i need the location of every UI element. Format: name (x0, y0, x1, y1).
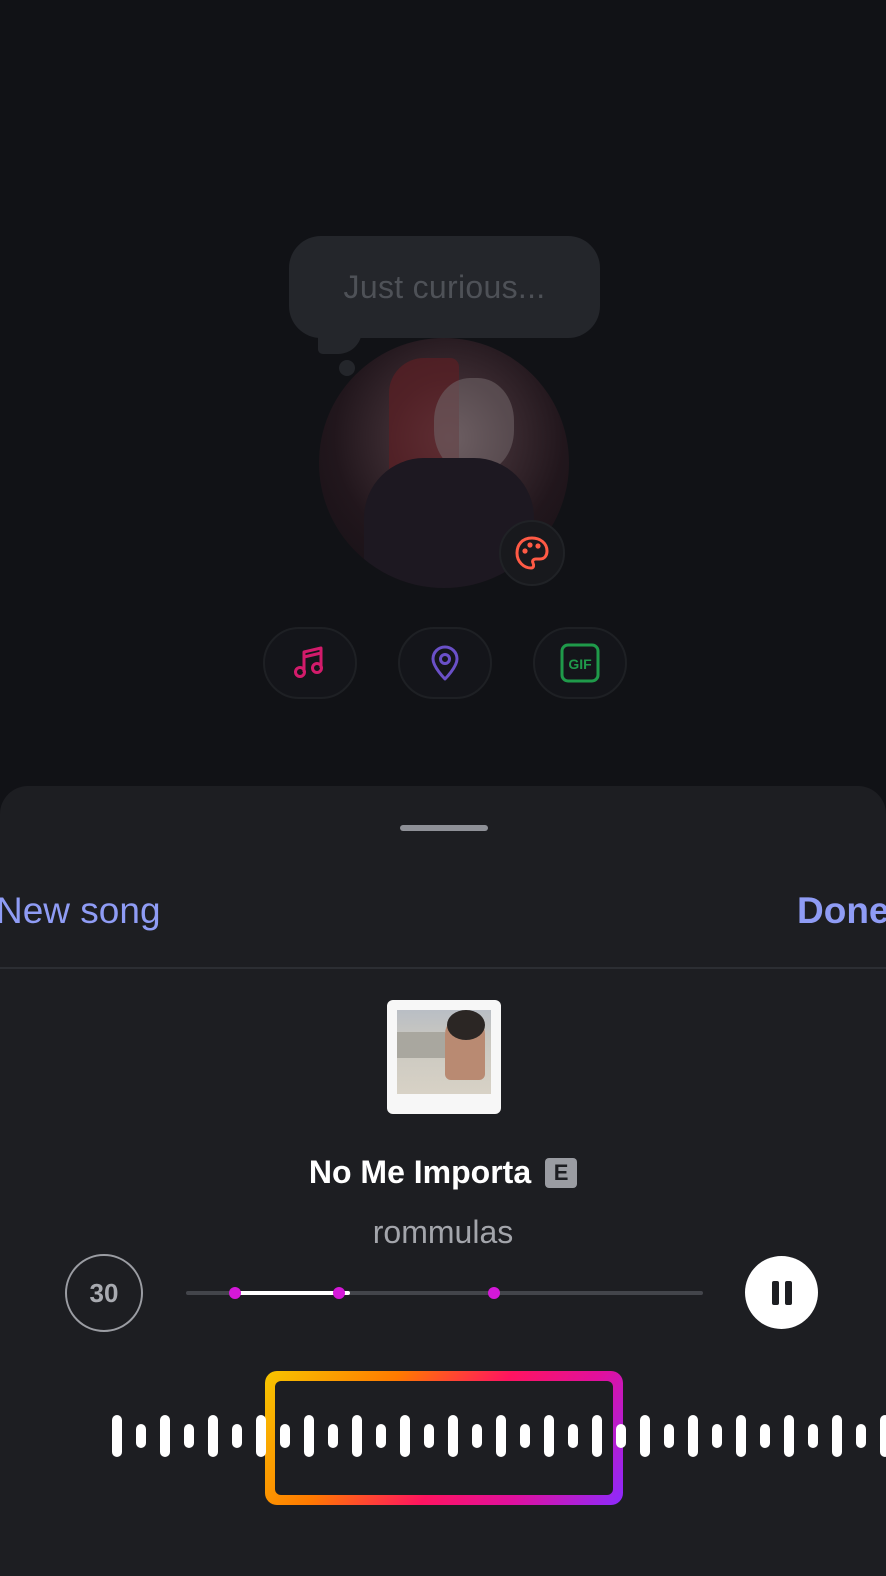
waveform-bar (808, 1424, 818, 1448)
progress-marker (487, 1287, 500, 1299)
waveform-bar (736, 1415, 746, 1457)
waveform-bar (352, 1415, 362, 1457)
waveform-bar (400, 1415, 410, 1457)
new-song-button[interactable]: New song (0, 890, 161, 932)
waveform-bar (256, 1415, 266, 1457)
track-title-row: No Me Importa E (0, 1154, 886, 1191)
waveform-bar (760, 1424, 770, 1448)
note-prompt-bubble: Just curious... (289, 236, 600, 338)
note-prompt-text: Just curious... (343, 268, 546, 305)
waveform-bar (496, 1415, 506, 1457)
progress-marker (229, 1287, 242, 1299)
add-music-button[interactable] (263, 627, 357, 699)
waveform-bar (640, 1415, 650, 1457)
waveform-bar (520, 1424, 530, 1448)
progress-marker (332, 1287, 345, 1299)
location-pin-icon (431, 645, 459, 681)
track-title: No Me Importa (308, 1154, 532, 1190)
music-note-icon (294, 646, 323, 678)
waveform-bar (856, 1424, 866, 1448)
waveform-bar (832, 1415, 842, 1457)
bubble-tail (318, 330, 362, 354)
pause-icon (769, 1280, 795, 1305)
done-button[interactable]: Done (797, 890, 886, 932)
waveform-bar (688, 1415, 698, 1457)
sheet-grabber[interactable] (400, 825, 488, 831)
svg-text:GIF: GIF (568, 656, 592, 672)
waveform-bar (304, 1415, 314, 1457)
waveform-bar (184, 1424, 194, 1448)
theme-palette-button[interactable] (499, 520, 565, 586)
playback-progress-track[interactable] (186, 1287, 703, 1299)
waveform-bar (160, 1415, 170, 1457)
waveform-bar (544, 1415, 554, 1457)
waveform-bar (448, 1415, 458, 1457)
add-gif-button[interactable]: GIF (533, 627, 627, 699)
waveform-bar (664, 1424, 674, 1448)
pause-button[interactable] (745, 1256, 818, 1329)
audio-waveform-scrubber[interactable] (0, 1374, 886, 1504)
waveform-bar (136, 1424, 146, 1448)
add-location-button[interactable] (398, 627, 492, 699)
waveform-bar (376, 1424, 386, 1448)
album-cover (387, 1000, 501, 1114)
waveform-bar (424, 1424, 434, 1448)
waveform-bar (616, 1424, 626, 1448)
palette-icon (515, 536, 549, 570)
waveform-bar (880, 1415, 886, 1457)
waveform-bar (472, 1424, 482, 1448)
waveform-bar (712, 1424, 722, 1448)
waveform-bar (112, 1415, 122, 1457)
gif-icon: GIF (560, 643, 600, 683)
header-divider (0, 967, 886, 969)
clip-duration-button[interactable]: 30 (65, 1254, 143, 1332)
waveform-bar (232, 1424, 242, 1448)
bubble-dot (339, 360, 355, 376)
waveform-bar (280, 1424, 290, 1448)
clip-duration-value: 30 (89, 1277, 119, 1308)
waveform-bar (568, 1424, 578, 1448)
track-artist: rommulas (372, 1214, 514, 1250)
composer-background: Just curious... GIF (0, 0, 886, 800)
waveform-bar (208, 1415, 218, 1457)
waveform-bar (592, 1415, 602, 1457)
song-picker-sheet: New song Done No Me Importa E rommulas 30 (0, 786, 886, 1576)
waveform-bar (784, 1415, 794, 1457)
explicit-badge: E (545, 1158, 578, 1188)
waveform-bar (328, 1424, 338, 1448)
